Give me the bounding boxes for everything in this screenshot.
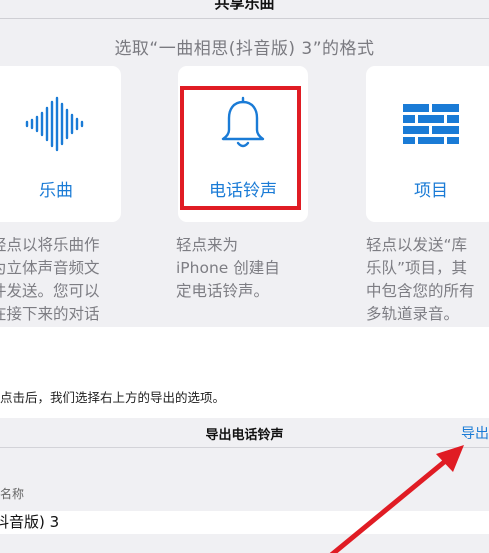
highlight-box [180,86,301,210]
export-title: 导出电话铃声 [205,428,284,443]
export-header: 导出电话铃声 导出 [0,418,489,448]
waveform-icon [0,96,121,152]
sheet-subtitle: 选取“一曲相思(抖音版) 3”的格式 [114,39,375,59]
export-dialog: 导出电话铃声 导出 名称 抖音版) 3 [0,418,489,553]
name-row: 抖音版) 3 [0,511,489,534]
song-label: 乐曲 [39,181,73,201]
instruction-text: 点击后，我们选择右上方的导出的选项。 [0,390,226,405]
divider [0,18,489,19]
project-description: 轻点以发送“库 乐队”项目，其 中包含您的所有 多轨道录音。 [366,236,475,323]
share-option-song[interactable]: 乐曲 [0,66,121,222]
sheet-title: 共享乐曲 [214,0,275,12]
share-option-project[interactable]: 项目 [366,66,489,222]
song-description: 轻点以将乐曲作 为立体声音频文 件发送。您可以 在接下来的对话 [0,236,100,323]
name-field[interactable]: 抖音版) 3 [0,511,294,534]
share-sheet: 共享乐曲 选取“一曲相思(抖音版) 3”的格式 乐曲 电话铃声 项目 轻点以将乐… [0,0,489,327]
name-label: 名称 [0,487,25,501]
project-label: 项目 [414,181,448,201]
export-button[interactable]: 导出 [461,423,489,443]
brick-wall-icon [366,96,489,152]
ringtone-description: 轻点来为 iPhone 创建自 定电话铃声。 [176,236,280,300]
